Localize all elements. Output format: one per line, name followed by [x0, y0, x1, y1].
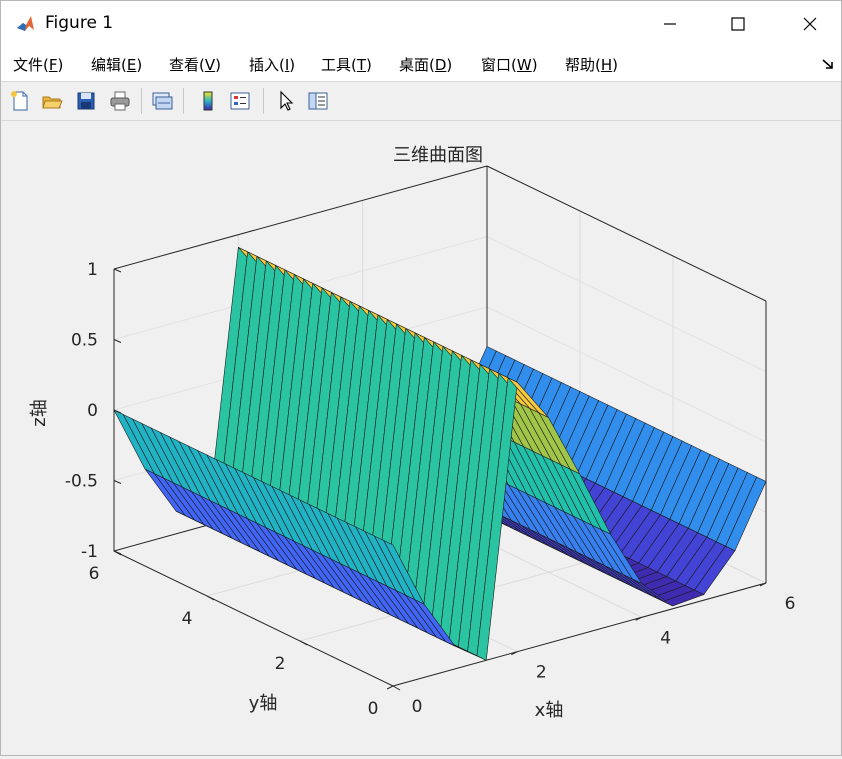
menu-label-suffix: )	[136, 56, 143, 74]
x-tick-label: 0	[412, 697, 423, 717]
dock-arrow-icon[interactable]	[821, 57, 835, 71]
z-tick-label: 1	[87, 260, 98, 280]
chart-title: 三维曲面图	[393, 145, 483, 166]
matlab-logo-icon	[15, 14, 35, 34]
menu-label-suffix: )	[446, 56, 453, 74]
y-tick	[392, 685, 401, 691]
window-title: Figure 1	[45, 13, 114, 33]
grid-line	[486, 236, 767, 372]
y-tick-label: 4	[182, 609, 193, 629]
z-axis-label: z轴	[29, 399, 50, 426]
z-tick-label: -1	[81, 542, 98, 562]
y-axis-label: y轴	[249, 693, 278, 714]
save-button[interactable]	[73, 88, 99, 114]
menu-label-suffix: )	[289, 56, 296, 74]
menu-accelerator: W	[516, 56, 532, 74]
menu-edit[interactable]: 编辑(E)	[91, 54, 142, 75]
z-tick-label: 0.5	[71, 331, 98, 351]
z-tick	[113, 268, 122, 273]
maximize-button[interactable]	[715, 1, 761, 47]
menu-label: 文件(	[13, 56, 49, 74]
x-axis-label: x轴	[535, 700, 564, 721]
property-inspector-icon	[308, 92, 328, 110]
menu-label: 桌面(	[399, 56, 435, 74]
y-tick	[299, 640, 308, 646]
figure-window: Figure 1 文件(F) 编辑(E) 查看(V) 插入(I) 工具(T) 桌…	[0, 0, 842, 756]
z-tick-label: -0.5	[65, 472, 98, 492]
minimize-icon	[664, 23, 676, 25]
maximize-icon	[731, 17, 745, 31]
menu-label: 编辑(	[91, 56, 127, 74]
menu-label: 窗口(	[481, 56, 517, 74]
print-icon	[110, 91, 130, 111]
minimize-button[interactable]	[647, 1, 693, 47]
z-tick-label: 0	[87, 401, 98, 421]
surface-chart[interactable]: 三维曲面图 x轴 y轴 z轴 02460246-1-0.500.51	[1, 121, 841, 755]
y-tick-label: 6	[89, 564, 100, 584]
menu-label: 帮助(	[565, 56, 601, 74]
z-tick	[113, 480, 122, 484]
legend-icon	[230, 92, 250, 110]
menu-label-suffix: )	[215, 56, 221, 74]
menu-insert[interactable]: 插入(I)	[249, 54, 295, 75]
z-tick	[113, 339, 122, 343]
plot-area: 三维曲面图 x轴 y轴 z轴 0 2 4 6 0 2 4 6 -1 -0.5 0 0.5 1	[1, 121, 841, 755]
menu-file[interactable]: 文件(F)	[13, 54, 63, 75]
menu-label-suffix: )	[366, 56, 372, 74]
menu-desktop[interactable]: 桌面(D)	[399, 54, 452, 75]
new-figure-button[interactable]	[7, 88, 33, 114]
open-file-button[interactable]	[39, 88, 65, 114]
y-tick-label: 2	[275, 654, 286, 674]
pointer-button[interactable]	[273, 88, 299, 114]
link-plot-icon	[152, 92, 173, 110]
toolbar-separator	[141, 88, 142, 114]
menu-accelerator: E	[126, 56, 137, 74]
title-bar: Figure 1	[1, 1, 841, 47]
menu-label-suffix: )	[612, 56, 618, 74]
menu-tools[interactable]: 工具(T)	[321, 54, 372, 75]
menu-accelerator: T	[356, 56, 367, 74]
figure-toolbar	[1, 82, 841, 121]
print-button[interactable]	[107, 88, 133, 114]
close-icon	[803, 17, 817, 31]
menu-label: 查看(	[169, 56, 205, 74]
menu-accelerator: D	[434, 56, 447, 74]
menu-label-suffix: )	[531, 56, 538, 74]
menu-help[interactable]: 帮助(H)	[565, 54, 618, 75]
menu-view[interactable]: 查看(V)	[169, 54, 221, 75]
colorbar-icon	[203, 91, 213, 111]
x-tick-label: 2	[536, 663, 547, 683]
x-tick-label: 4	[660, 628, 671, 648]
new-figure-icon	[11, 91, 28, 111]
menu-bar: 文件(F) 编辑(E) 查看(V) 插入(I) 工具(T) 桌面(D) 窗口(W…	[1, 47, 841, 81]
pointer-icon	[280, 90, 294, 111]
y-tick	[206, 595, 215, 601]
menu-label: 工具(	[321, 56, 357, 74]
save-icon	[77, 92, 95, 110]
axis-edge	[486, 165, 767, 302]
axis-edge	[113, 165, 488, 270]
close-button[interactable]	[787, 1, 833, 47]
x-tick-label: 6	[785, 594, 796, 614]
toolbar-separator	[183, 88, 184, 114]
menu-accelerator: V	[204, 56, 216, 74]
x-tick	[386, 685, 394, 690]
menu-accelerator: H	[600, 56, 613, 74]
property-inspector-button[interactable]	[305, 88, 331, 114]
menu-accelerator: F	[48, 56, 58, 74]
toolbar-separator	[263, 88, 264, 114]
legend-button[interactable]	[227, 88, 253, 114]
menu-window[interactable]: 窗口(W)	[481, 54, 538, 75]
colorbar-button[interactable]	[195, 88, 221, 114]
y-tick-label: 0	[368, 699, 379, 719]
menu-label-suffix: )	[57, 56, 64, 74]
link-plot-button[interactable]	[149, 88, 175, 114]
open-file-icon	[42, 96, 63, 109]
menu-label: 插入(	[249, 56, 285, 74]
